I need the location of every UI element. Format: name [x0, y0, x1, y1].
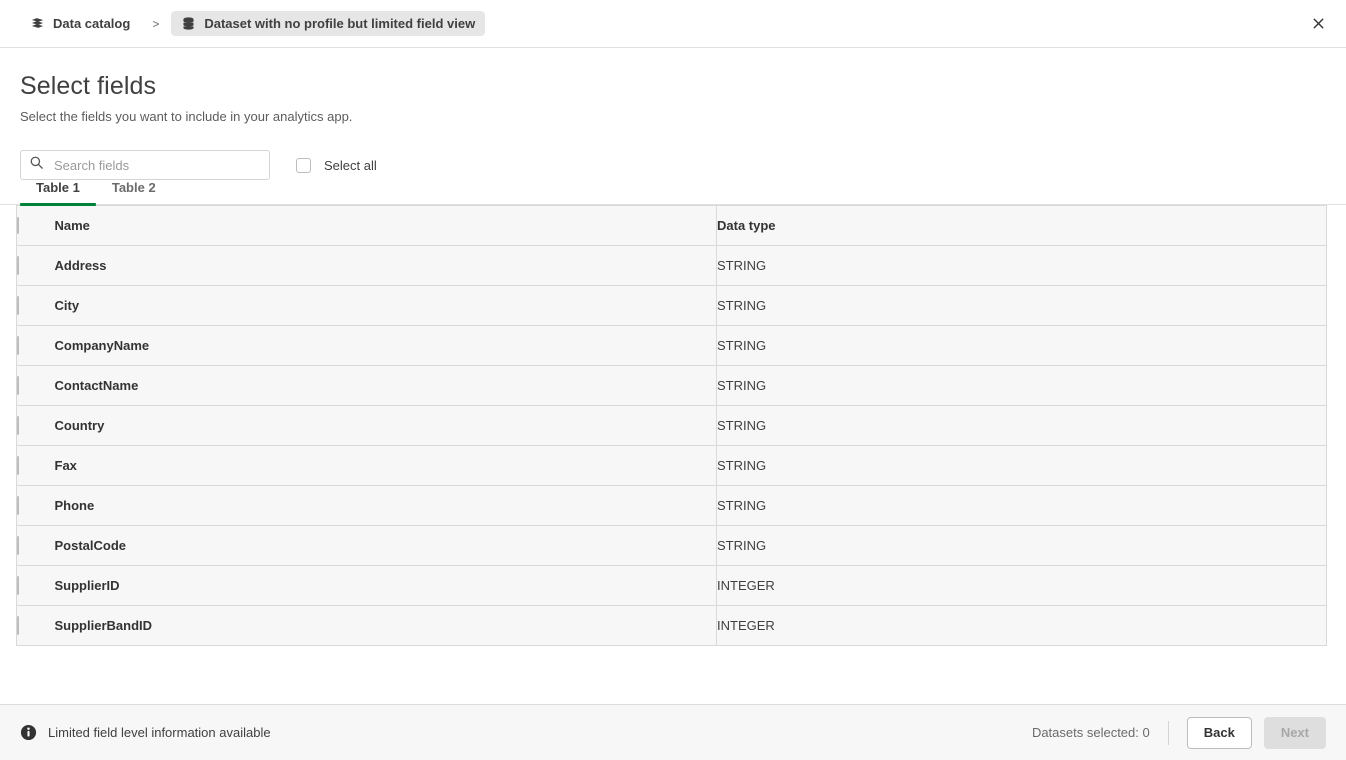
field-name-cell: CompanyName [54, 325, 717, 366]
field-name-cell: Phone [54, 485, 717, 526]
table-header-row: Name Data type [16, 205, 1327, 246]
field-type-cell: INTEGER [716, 605, 1327, 646]
table-row[interactable]: Country STRING [16, 405, 1327, 446]
table-row[interactable]: Fax STRING [16, 445, 1327, 486]
row-checkbox[interactable] [17, 295, 19, 315]
row-checkbox-cell[interactable] [16, 605, 55, 646]
table-row[interactable]: ContactName STRING [16, 365, 1327, 406]
table-body: Address STRING City STRING CompanyName STRING… [16, 245, 1327, 646]
fields-table-container[interactable]: Name Data type Address STRING City STRING Co… [0, 205, 1346, 657]
field-name-cell: ContactName [54, 365, 717, 406]
header-select-all-checkbox[interactable] [17, 217, 19, 234]
fields-table: Name Data type Address STRING City STRING Co… [16, 205, 1327, 646]
row-checkbox-cell[interactable] [16, 445, 55, 486]
field-name-cell: City [54, 285, 717, 326]
row-checkbox[interactable] [17, 455, 19, 475]
page-title: Select fields [20, 72, 157, 100]
breadcrumb-item-label: Data catalog [53, 16, 131, 31]
row-checkbox[interactable] [17, 575, 19, 595]
field-type-cell: STRING [716, 285, 1327, 326]
footer-info-text: Limited field level information availabl… [48, 725, 271, 740]
field-type-cell: STRING [716, 245, 1327, 286]
table-row[interactable]: SupplierID INTEGER [16, 565, 1327, 606]
tab-table-1[interactable]: Table 1 [20, 180, 96, 206]
row-checkbox[interactable] [17, 335, 19, 355]
row-checkbox-cell[interactable] [16, 565, 55, 606]
row-checkbox[interactable] [17, 255, 19, 275]
breadcrumb-item-data-catalog[interactable]: Data catalog [20, 11, 140, 36]
page-header: Select fields Select the fields you want… [0, 72, 1346, 180]
info-icon [20, 724, 37, 741]
tab-table-2[interactable]: Table 2 [96, 180, 172, 205]
field-type-cell: STRING [716, 365, 1327, 406]
column-header-data-type[interactable]: Data type [716, 205, 1327, 246]
next-button: Next [1263, 716, 1326, 749]
field-name-cell: SupplierBandID [54, 605, 717, 646]
field-type-cell: STRING [716, 325, 1327, 366]
data-catalog-icon [30, 16, 45, 31]
field-name-cell: Country [54, 405, 717, 446]
datasets-selected-count: Datasets selected: 0 [1031, 725, 1150, 740]
breadcrumb-item-dataset[interactable]: Dataset with no profile but limited fiel… [171, 11, 486, 36]
field-type-cell: STRING [716, 485, 1327, 526]
field-name-cell: Fax [54, 445, 717, 486]
field-type-cell: STRING [716, 405, 1327, 446]
page-subtitle: Select the fields you want to include in… [20, 109, 353, 124]
tab-bar: Table 1 Table 2 [0, 169, 1346, 206]
row-checkbox[interactable] [17, 375, 19, 395]
footer-bar: Limited field level information availabl… [0, 704, 1346, 760]
breadcrumb-separator: > [152, 16, 160, 31]
table-row[interactable]: City STRING [16, 285, 1327, 326]
close-icon[interactable] [1304, 10, 1332, 38]
field-name-cell: Address [54, 245, 717, 286]
column-header-name[interactable]: Name [54, 205, 717, 246]
row-checkbox[interactable] [17, 415, 19, 435]
table-row[interactable]: CompanyName STRING [16, 325, 1327, 366]
footer-actions: Datasets selected: 0 Back Next [1031, 716, 1326, 749]
field-type-cell: STRING [716, 525, 1327, 566]
header-checkbox-cell[interactable] [16, 205, 55, 246]
tab-label: Table 1 [36, 180, 80, 195]
row-checkbox-cell[interactable] [16, 525, 55, 566]
table-row[interactable]: PostalCode STRING [16, 525, 1327, 566]
row-checkbox-cell[interactable] [16, 245, 55, 286]
table-row[interactable]: Phone STRING [16, 485, 1327, 526]
breadcrumb: Data catalog > Dataset with no profile b… [20, 11, 486, 36]
row-checkbox-cell[interactable] [16, 285, 55, 326]
top-bar: Data catalog > Dataset with no profile b… [0, 0, 1346, 48]
row-checkbox-cell[interactable] [16, 325, 55, 366]
row-checkbox-cell[interactable] [16, 365, 55, 406]
row-checkbox[interactable] [17, 535, 19, 555]
field-name-cell: SupplierID [54, 565, 717, 606]
field-type-cell: INTEGER [716, 565, 1327, 606]
field-name-cell: PostalCode [54, 525, 717, 566]
back-button[interactable]: Back [1186, 716, 1252, 749]
footer-divider [1167, 720, 1169, 745]
table-row[interactable]: SupplierBandID INTEGER [16, 605, 1327, 646]
row-checkbox[interactable] [17, 615, 19, 635]
row-checkbox-cell[interactable] [16, 485, 55, 526]
row-checkbox-cell[interactable] [16, 405, 55, 446]
table-header: Name Data type [16, 205, 1327, 246]
tab-label: Table 2 [111, 180, 156, 195]
row-checkbox[interactable] [17, 495, 19, 515]
table-row[interactable]: Address STRING [16, 245, 1327, 286]
breadcrumb-item-label: Dataset with no profile but limited fiel… [204, 16, 476, 31]
dataset-icon [181, 16, 196, 31]
field-type-cell: STRING [716, 445, 1327, 486]
footer-info: Limited field level information availabl… [20, 724, 271, 741]
